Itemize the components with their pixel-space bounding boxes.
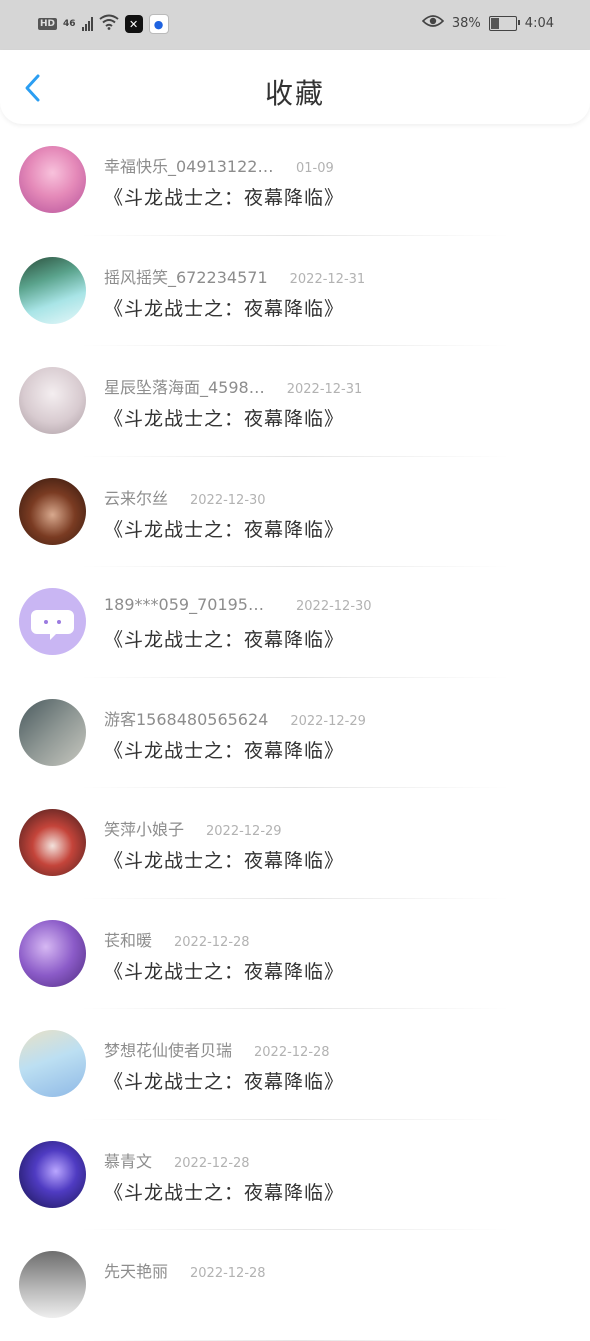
item-meta: 云来尔丝 2022-12-30	[104, 485, 266, 509]
username: 幸福快乐_049131221…	[104, 157, 274, 176]
username: 游客1568480565624	[104, 709, 269, 729]
list-item[interactable]: 慕青文 2022-12-28 《斗龙战士之：夜幕降临》	[0, 1120, 590, 1231]
favorites-list: 幸福快乐_049131221… 01-09 《斗龙战士之：夜幕降临》 摇风摇笑_672…	[0, 125, 590, 1341]
nav-header: 收藏	[0, 50, 590, 124]
item-meta: 慕青文 2022-12-28	[104, 1148, 250, 1172]
page-title: 收藏	[264, 77, 325, 110]
avatar[interactable]	[19, 919, 86, 987]
eye-icon	[421, 14, 445, 32]
list-item[interactable]: 笑萍小娘子 2022-12-29 《斗龙战士之：夜幕降临》	[0, 788, 590, 899]
list-item[interactable]: 星辰坠落海面_4598… 2022-12-31 《斗龙战士之：夜幕降临》	[0, 346, 590, 457]
timestamp: 2022-12-28	[174, 934, 250, 950]
list-item[interactable]: 189***059_7019536131 2022-12-30 《斗龙战士之：夜幕降…	[0, 567, 590, 678]
favorite-title: 《斗龙战士之：夜幕降临》	[104, 850, 345, 872]
timestamp: 2022-12-28	[254, 1045, 330, 1060]
username: 189***059_7019536131	[104, 595, 274, 614]
avatar[interactable]	[19, 809, 86, 876]
username: 苌和暖	[104, 930, 153, 950]
item-meta: 游客1568480565624 2022-12-29	[104, 706, 366, 730]
chat-bubble-icon	[31, 610, 74, 640]
list-item[interactable]: 摇风摇笑_672234571 2022-12-31 《斗龙战士之：夜幕降临》	[0, 236, 590, 347]
wifi-icon	[98, 14, 119, 34]
list-item[interactable]: 苌和暖 2022-12-28 《斗龙战士之：夜幕降临》	[0, 899, 590, 1010]
battery-percent: 38%	[451, 15, 481, 31]
favorite-title: 《斗龙战士之：夜幕降临》	[104, 297, 345, 320]
timestamp: 2022-12-28	[174, 1155, 250, 1171]
item-meta: 幸福快乐_049131221… 01-09	[104, 153, 334, 177]
timestamp: 2022-12-31	[286, 382, 363, 397]
favorite-title: 《斗龙战士之：夜幕降临》	[104, 1071, 345, 1093]
capcut-icon: ✕	[124, 15, 143, 33]
avatar[interactable]	[19, 1251, 86, 1318]
timestamp: 2022-12-29	[290, 713, 366, 729]
timestamp: 2022-12-30	[190, 492, 266, 508]
username: 笑萍小娘子	[104, 820, 185, 839]
timestamp: 2022-12-28	[190, 1266, 266, 1281]
status-left: HD 46 ✕ ●	[38, 14, 169, 34]
avatar[interactable]	[19, 1030, 86, 1097]
item-meta: 摇风摇笑_672234571 2022-12-31	[104, 264, 365, 288]
username: 慕青文	[104, 1151, 153, 1171]
avatar[interactable]	[19, 256, 86, 324]
favorite-title: 《斗龙战士之：夜幕降临》	[104, 187, 345, 209]
favorite-title: 《斗龙战士之：夜幕降临》	[104, 518, 345, 541]
avatar[interactable]	[19, 146, 86, 213]
username: 摇风摇笑_672234571	[104, 267, 268, 287]
avatar[interactable]	[19, 477, 86, 545]
item-meta: 笑萍小娘子 2022-12-29	[104, 816, 282, 840]
avatar[interactable]	[19, 588, 86, 655]
status-bar: HD 46 ✕ ● 38% 4:04	[0, 0, 590, 50]
list-item[interactable]: 云来尔丝 2022-12-30 《斗龙战士之：夜幕降临》	[0, 457, 590, 568]
clock: 4:04	[524, 15, 554, 31]
item-meta: 189***059_7019536131 2022-12-30	[104, 595, 372, 614]
username: 星辰坠落海面_4598…	[104, 378, 265, 397]
battery-icon	[488, 15, 520, 31]
username: 云来尔丝	[104, 488, 169, 508]
timestamp: 2022-12-31	[289, 271, 366, 287]
list-item[interactable]: 先天艳丽 2022-12-28	[0, 1230, 590, 1341]
list-item[interactable]: 幸福快乐_049131221… 01-09 《斗龙战士之：夜幕降临》	[0, 125, 590, 236]
timestamp: 2022-12-29	[206, 824, 282, 839]
qq-browser-icon: ●	[148, 14, 169, 34]
favorite-title: 《斗龙战士之：夜幕降临》	[104, 739, 345, 762]
list-item[interactable]: 梦想花仙使者贝瑞 2022-12-28 《斗龙战士之：夜幕降临》	[0, 1009, 590, 1120]
favorite-title: 《斗龙战士之：夜幕降临》	[104, 1181, 345, 1204]
avatar[interactable]	[19, 367, 86, 434]
avatar[interactable]	[19, 1140, 86, 1208]
favorite-title: 《斗龙战士之：夜幕降临》	[104, 629, 345, 651]
item-meta: 苌和暖 2022-12-28	[104, 927, 250, 951]
item-meta: 星辰坠落海面_4598… 2022-12-31	[104, 374, 362, 398]
avatar[interactable]	[19, 698, 86, 766]
timestamp: 01-09	[296, 161, 334, 176]
favorite-title: 《斗龙战士之：夜幕降临》	[104, 960, 345, 983]
list-item[interactable]: 游客1568480565624 2022-12-29 《斗龙战士之：夜幕降临》	[0, 678, 590, 789]
timestamp: 2022-12-30	[296, 599, 372, 614]
network-type: 46	[63, 19, 76, 29]
item-meta: 梦想花仙使者贝瑞 2022-12-28	[104, 1037, 330, 1061]
item-meta: 先天艳丽 2022-12-28	[104, 1258, 266, 1282]
hd-badge: HD	[38, 18, 58, 30]
favorite-title: 《斗龙战士之：夜幕降临》	[104, 408, 345, 430]
username: 先天艳丽	[104, 1262, 169, 1281]
signal-icon	[81, 17, 93, 31]
status-right: 38% 4:04	[421, 14, 554, 32]
username: 梦想花仙使者贝瑞	[104, 1041, 233, 1060]
